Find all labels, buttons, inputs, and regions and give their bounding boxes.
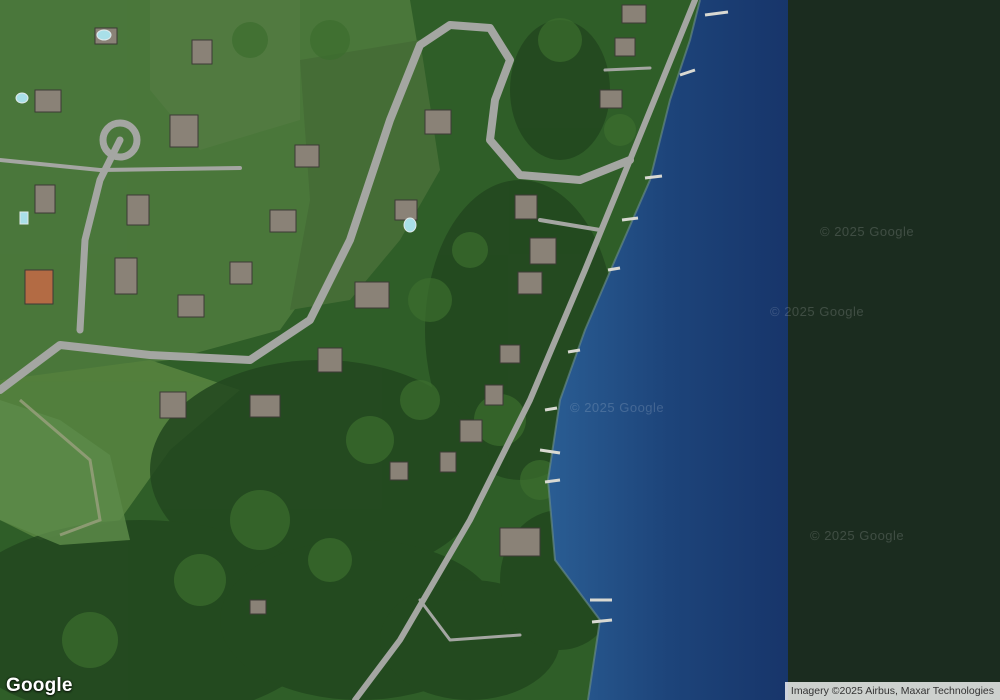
house	[499, 527, 541, 557]
house	[177, 294, 205, 318]
lake-deep	[788, 0, 1000, 700]
house	[614, 37, 636, 57]
house	[389, 461, 409, 481]
house	[484, 384, 504, 406]
house	[354, 281, 390, 309]
house	[24, 269, 54, 305]
house	[114, 257, 138, 295]
house	[499, 344, 521, 364]
house	[621, 4, 647, 24]
house	[599, 89, 623, 109]
house	[394, 199, 418, 221]
house	[249, 599, 267, 615]
house	[34, 89, 62, 113]
house	[424, 109, 452, 135]
driveway-3	[603, 66, 652, 72]
house	[517, 271, 543, 295]
imagery-attribution: Imagery ©2025 Airbus, Maxar Technologies	[784, 682, 1000, 700]
house	[126, 194, 150, 226]
house	[317, 347, 343, 373]
house	[191, 39, 213, 65]
house	[249, 394, 281, 418]
house	[529, 237, 557, 265]
house	[169, 114, 199, 148]
google-logo: Google	[6, 675, 73, 696]
house	[459, 419, 483, 443]
house	[159, 391, 187, 419]
house	[294, 144, 320, 168]
house	[439, 451, 457, 473]
house	[34, 184, 56, 214]
satellite-map[interactable]	[0, 0, 1000, 700]
house	[229, 261, 253, 285]
house	[269, 209, 297, 233]
house	[514, 194, 538, 220]
